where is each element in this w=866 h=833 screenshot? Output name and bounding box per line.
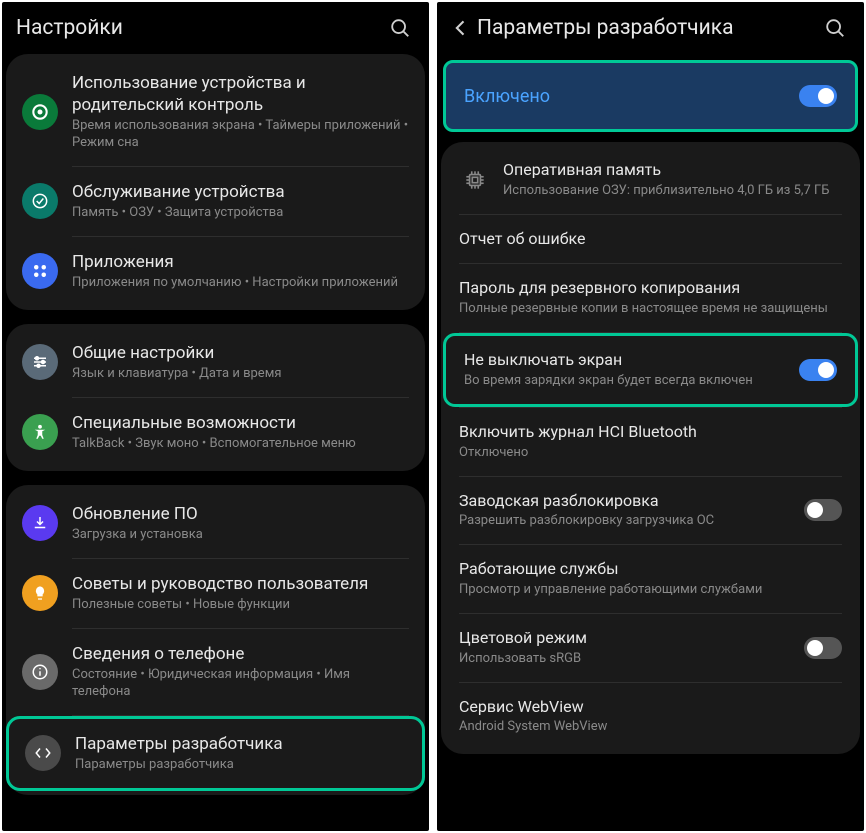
dev-item-label: Отчет об ошибке (459, 229, 842, 250)
settings-item-developer-options[interactable]: Параметры разработчика Параметры разработ… (6, 716, 425, 791)
settings-group: Общие настройки Язык и клавиатура • Дата … (6, 324, 425, 471)
about-phone-icon (22, 654, 58, 690)
dev-item-sub: Отключено (459, 445, 842, 462)
developer-options-screen: Параметры разработчика Включено Оператив… (437, 2, 864, 831)
dev-item-sub: Просмотр и управление работающими служба… (459, 582, 842, 599)
item-sub: Язык и клавиатура • Дата и время (72, 366, 409, 383)
item-sub: TalkBack • Звук моно • Вспомогательное м… (72, 436, 409, 453)
item-sub: Приложения по умолчанию • Настройки прил… (72, 275, 409, 292)
dev-item-label: Не выключать экран (464, 350, 799, 371)
dev-item-sub: Полные резервные копии в настоящее время… (459, 301, 842, 318)
dev-item-label: Включить журнал HCI Bluetooth (459, 422, 842, 443)
settings-group: Использование устройства и родительский … (6, 54, 425, 310)
search-icon[interactable] (820, 17, 846, 39)
item-label: Обслуживание устройства (72, 181, 409, 203)
item-sub: Полезные советы • Новые функции (72, 597, 409, 614)
accessibility-icon (22, 414, 58, 450)
dev-title: Параметры разработчика (477, 16, 820, 40)
item-label: Использование устройства и родительский … (72, 72, 409, 116)
item-sub: Память • ОЗУ • Защита устройства (72, 205, 409, 222)
general-icon (22, 344, 58, 380)
settings-item-apps[interactable]: Приложения Приложения по умолчанию • Наст… (6, 237, 425, 306)
dev-item-sub: Разрешить разблокировку загрузчика ОС (459, 513, 804, 530)
settings-group: Обновление ПО Загрузка и установка Советы … (6, 485, 425, 795)
item-label: Общие настройки (72, 342, 409, 364)
device-care-icon (22, 183, 58, 219)
dev-item-label: Сервис WebView (459, 697, 842, 718)
item-label: Советы и руководство пользователя (72, 573, 409, 595)
dev-item-label: Заводская разблокировка (459, 491, 804, 512)
item-label: Приложения (72, 251, 409, 273)
item-label: Параметры разработчика (75, 733, 406, 755)
settings-item-software-update[interactable]: Обновление ПО Загрузка и установка (6, 489, 425, 558)
dev-item-sub: Использование ОЗУ: приблизительно 4,0 ГБ… (503, 183, 842, 200)
dev-enabled-row[interactable]: Включено (443, 60, 858, 132)
color-mode-toggle[interactable] (804, 637, 842, 659)
device-usage-icon (22, 94, 58, 130)
item-sub: Параметры разработчика (75, 757, 406, 774)
dev-item-backup-password[interactable]: Пароль для резервного копирования Полные … (441, 264, 860, 332)
settings-item-general[interactable]: Общие настройки Язык и клавиатура • Дата … (6, 328, 425, 397)
dev-item-running-services[interactable]: Работающие службы Просмотр и управление р… (441, 545, 860, 613)
settings-item-about-phone[interactable]: Сведения о телефонеСостояние • Юридическ… (6, 629, 425, 715)
dev-item-oem-unlock[interactable]: Заводская разблокировкаРазрешить разблок… (441, 477, 860, 545)
back-icon[interactable] (451, 18, 477, 38)
settings-item-tips[interactable]: Советы и руководство пользователя Полезны… (6, 559, 425, 628)
dev-item-label: Оперативная память (503, 160, 842, 181)
settings-list[interactable]: Использование устройства и родительский … (2, 54, 429, 831)
settings-item-device-care[interactable]: Обслуживание устройства Память • ОЗУ • За… (6, 167, 425, 236)
settings-item-device-usage[interactable]: Использование устройства и родительский … (6, 58, 425, 166)
dev-item-memory[interactable]: Оперативная память Использование ОЗУ: при… (441, 146, 860, 214)
dev-item-sub: Во время зарядки экран будет всегда вклю… (464, 373, 799, 390)
dev-item-label: Цветовой режим (459, 628, 804, 649)
dev-item-sub: Использовать sRGB (459, 651, 804, 668)
dev-item-color-mode[interactable]: Цветовой режим Использовать sRGB (441, 614, 860, 682)
dev-options-list[interactable]: Оперативная память Использование ОЗУ: при… (441, 142, 860, 754)
dev-enabled-toggle[interactable] (799, 85, 837, 107)
tips-icon (22, 575, 58, 611)
apps-icon (22, 253, 58, 289)
dev-enabled-label: Включено (464, 86, 799, 107)
stay-awake-toggle[interactable] (799, 359, 837, 381)
item-label: Обновление ПО (72, 503, 409, 525)
dev-item-stay-awake[interactable]: Не выключать экран Во время зарядки экран… (443, 333, 858, 407)
dev-item-webview[interactable]: Сервис WebViewAndroid System WebView (441, 683, 860, 751)
settings-item-accessibility[interactable]: Специальные возможности TalkBack • Звук м… (6, 398, 425, 467)
item-sub: Время использования экрана • Таймеры при… (72, 118, 409, 152)
dev-item-bug-report[interactable]: Отчет об ошибке (441, 215, 860, 264)
dev-item-label: Пароль для резервного копирования (459, 278, 842, 299)
dev-header: Параметры разработчика (437, 2, 864, 54)
dev-item-label: Работающие службы (459, 559, 842, 580)
item-sub: Состояние • Юридическая информация • Имя… (72, 667, 409, 701)
search-icon[interactable] (385, 17, 411, 39)
settings-header: Настройки (2, 2, 429, 54)
software-update-icon (22, 505, 58, 541)
oem-unlock-toggle[interactable] (804, 499, 842, 521)
item-label: Специальные возможности (72, 412, 409, 434)
item-sub: Загрузка и установка (72, 527, 409, 544)
settings-title: Настройки (16, 16, 385, 40)
dev-item-sub: Android System WebView (459, 719, 842, 736)
item-label: Сведения о телефоне (72, 643, 409, 665)
developer-options-icon (25, 735, 61, 771)
chip-icon (455, 167, 495, 193)
settings-screen: Настройки Использование устройства и род… (2, 2, 429, 831)
dev-item-bt-hci[interactable]: Включить журнал HCI Bluetooth Отключено (441, 408, 860, 476)
